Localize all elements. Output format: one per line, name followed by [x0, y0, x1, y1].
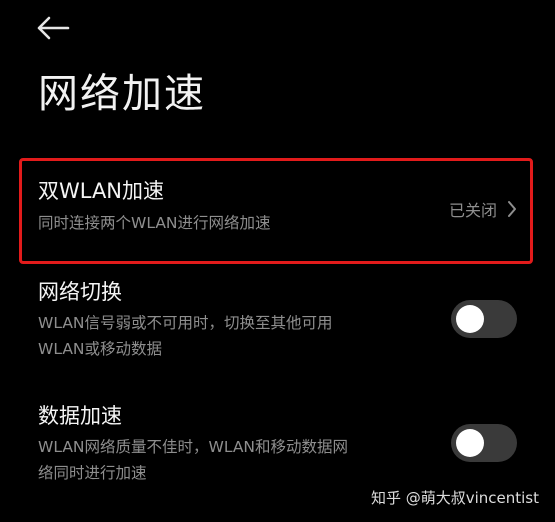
data-accel-title: 数据加速	[38, 404, 122, 428]
back-button[interactable]	[36, 12, 76, 44]
watermark: 知乎 @萌大叔vincentist	[370, 489, 539, 507]
network-switch-title: 网络切换	[38, 280, 122, 304]
arrow-left-icon	[37, 16, 70, 40]
dual-wlan-title: 双WLAN加速	[38, 179, 165, 203]
toggle-knob	[456, 429, 484, 457]
chevron-right-icon	[508, 201, 516, 217]
dual-wlan-status-text: 已关闭	[448, 201, 497, 220]
data-accel-desc-line-1: WLAN网络质量不佳时，WLAN和移动数据网	[38, 438, 349, 456]
data-accel-toggle[interactable]	[451, 424, 517, 462]
network-switch-desc-line-1: WLAN信号弱或不可用时，切换至其他可用	[38, 314, 333, 332]
data-accel-desc-line-2: 络同时进行加速	[38, 464, 147, 482]
page-title: 网络加速	[38, 71, 206, 117]
network-switch-toggle[interactable]	[451, 300, 517, 338]
toggle-knob	[456, 305, 484, 333]
dual-wlan-status[interactable]: 已关闭	[449, 197, 517, 221]
network-switch-desc-line-2: WLAN或移动数据	[38, 340, 163, 358]
dual-wlan-desc: 同时连接两个WLAN进行网络加速	[38, 214, 271, 232]
